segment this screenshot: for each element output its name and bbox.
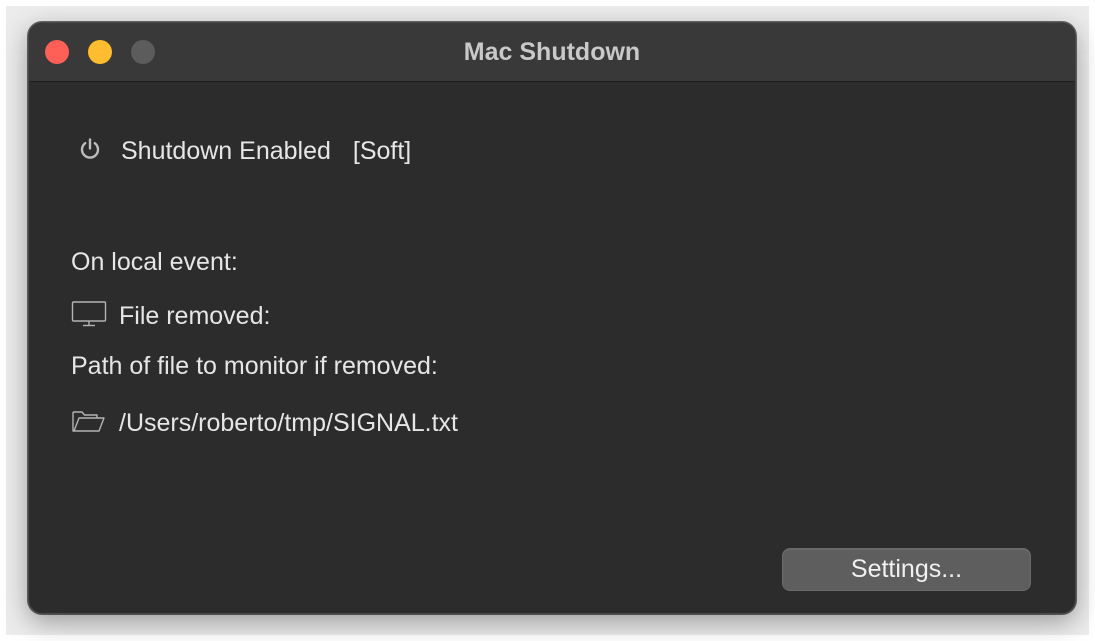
path-label: Path of file to monitor if removed: <box>71 352 438 380</box>
file-removed-label: File removed: <box>119 302 271 331</box>
settings-button[interactable]: Settings... <box>782 548 1031 591</box>
monitored-path-value: /Users/roberto/tmp/SIGNAL.txt <box>119 409 458 438</box>
monitored-path: /Users/roberto/tmp/SIGNAL.txt <box>71 407 458 442</box>
window-title: Mac Shutdown <box>463 38 641 66</box>
folder-open-icon <box>71 407 107 442</box>
monitor-icon <box>71 300 107 335</box>
app-window: Mac Shutdown Shutdown Enabled [Soft] On l… <box>28 22 1076 614</box>
file-removed-trigger: File removed: <box>71 300 270 335</box>
shutdown-mode: [Soft] <box>352 137 412 166</box>
shutdown-status-label: Shutdown Enabled <box>121 137 331 166</box>
window-content: Shutdown Enabled [Soft] On local event: F… <box>29 82 1075 613</box>
power-icon <box>77 136 103 169</box>
local-event-heading: On local event: <box>71 248 238 276</box>
title-bar[interactable]: Mac Shutdown <box>29 23 1075 82</box>
shutdown-status: Shutdown Enabled [Soft] <box>77 136 411 169</box>
